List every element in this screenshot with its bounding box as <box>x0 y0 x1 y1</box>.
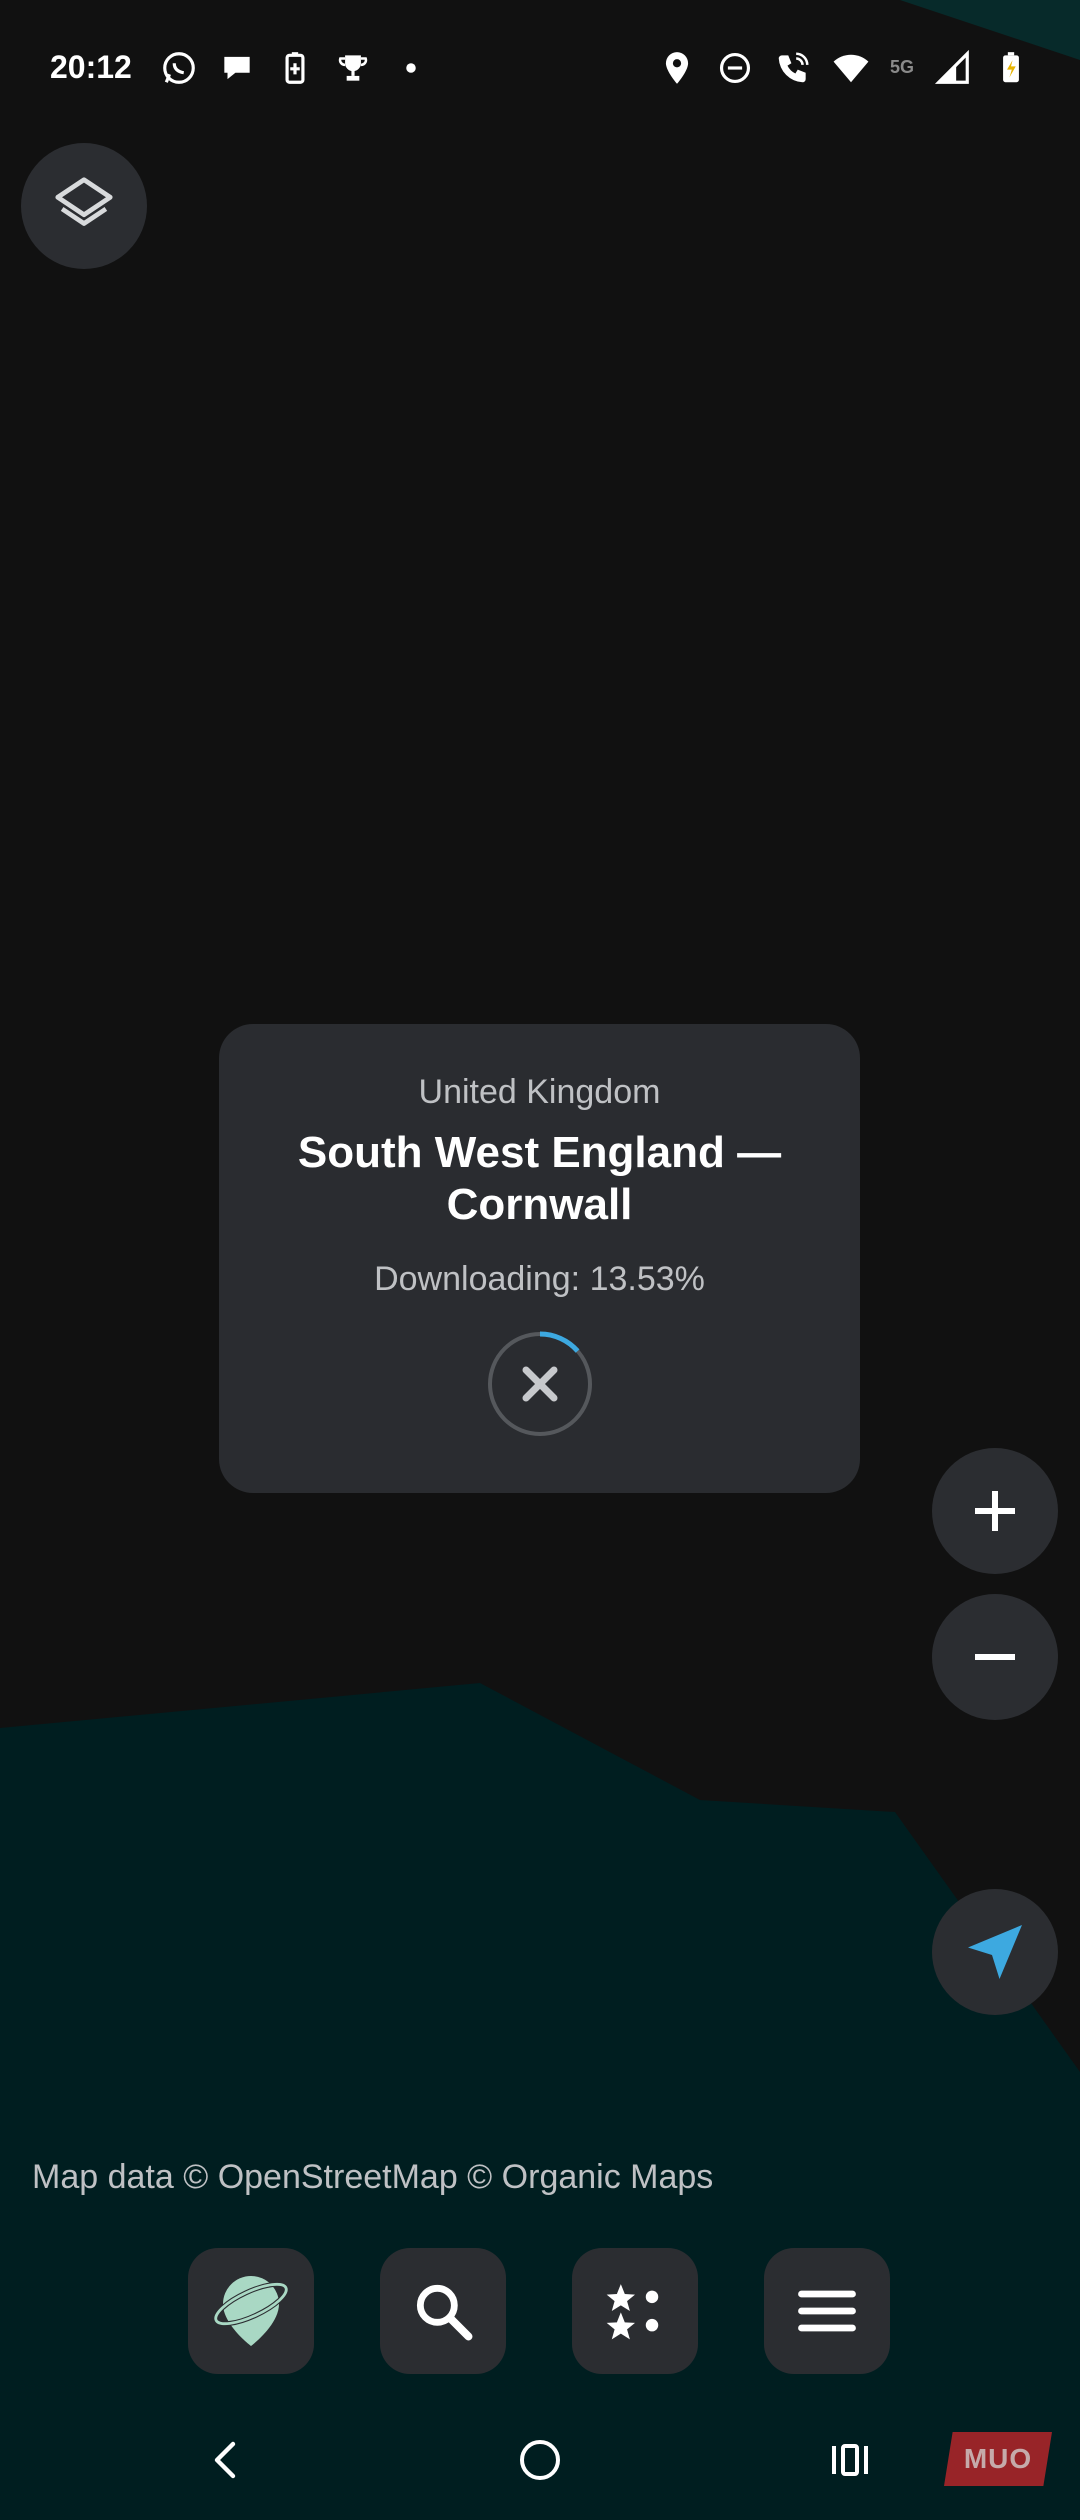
battery-saver-icon <box>276 49 314 87</box>
close-icon <box>522 1366 557 1402</box>
nav-recent-apps-button[interactable] <box>805 2425 895 2495</box>
minus-icon <box>975 1654 1015 1660</box>
back-icon <box>214 2441 236 2479</box>
download-dialog: United Kingdom South West England — Corn… <box>219 1024 860 1493</box>
search-button[interactable] <box>380 2248 506 2374</box>
battery-charging-icon <box>992 49 1030 87</box>
download-progress-label: Downloading: 13.53% <box>374 1259 705 1298</box>
home-icon <box>520 2440 560 2480</box>
map-attribution[interactable]: Map data © OpenStreetMap © Organic Maps <box>32 2158 713 2197</box>
recent-apps-icon <box>832 2444 868 2476</box>
menu-button[interactable] <box>764 2248 890 2374</box>
trophy-icon <box>334 49 372 87</box>
whatsapp-icon <box>160 49 198 87</box>
download-country: United Kingdom <box>418 1073 661 1111</box>
layers-icon <box>55 177 113 226</box>
cell-signal-icon <box>934 49 972 87</box>
bookmarks-button[interactable] <box>572 2248 698 2374</box>
organic-maps-button[interactable] <box>188 2248 314 2374</box>
network-type-label: 5G <box>889 57 914 77</box>
do-not-disturb-icon <box>716 49 754 87</box>
cancel-download-button[interactable] <box>487 1331 593 1437</box>
nav-back-button[interactable] <box>182 2425 272 2495</box>
nav-home-button[interactable] <box>495 2425 585 2495</box>
chat-bubble-icon <box>218 49 256 87</box>
status-clock: 20:12 <box>50 49 132 85</box>
bottom-toolbar <box>188 2248 890 2374</box>
organic-maps-logo-icon <box>213 2276 289 2346</box>
navigation-arrow-icon <box>968 1925 1022 1979</box>
layers-button[interactable] <box>21 143 147 269</box>
zoom-out-button[interactable] <box>932 1594 1058 1720</box>
bookmarks-icon <box>606 2284 659 2340</box>
location-icon <box>658 49 696 87</box>
status-bar: 20:12 5G <box>0 0 1080 135</box>
dot-icon <box>392 49 430 87</box>
zoom-in-button[interactable] <box>932 1448 1058 1574</box>
muo-watermark: MUO <box>944 2432 1052 2486</box>
download-region-title: South West England — Cornwall <box>297 1127 782 1229</box>
search-icon <box>416 2284 473 2341</box>
wifi-icon <box>832 49 870 87</box>
plus-icon <box>975 1491 1015 1531</box>
system-navigation-bar <box>0 2400 1080 2520</box>
menu-icon <box>798 2290 856 2332</box>
wifi-calling-icon <box>774 49 812 87</box>
my-location-button[interactable] <box>932 1889 1058 2015</box>
